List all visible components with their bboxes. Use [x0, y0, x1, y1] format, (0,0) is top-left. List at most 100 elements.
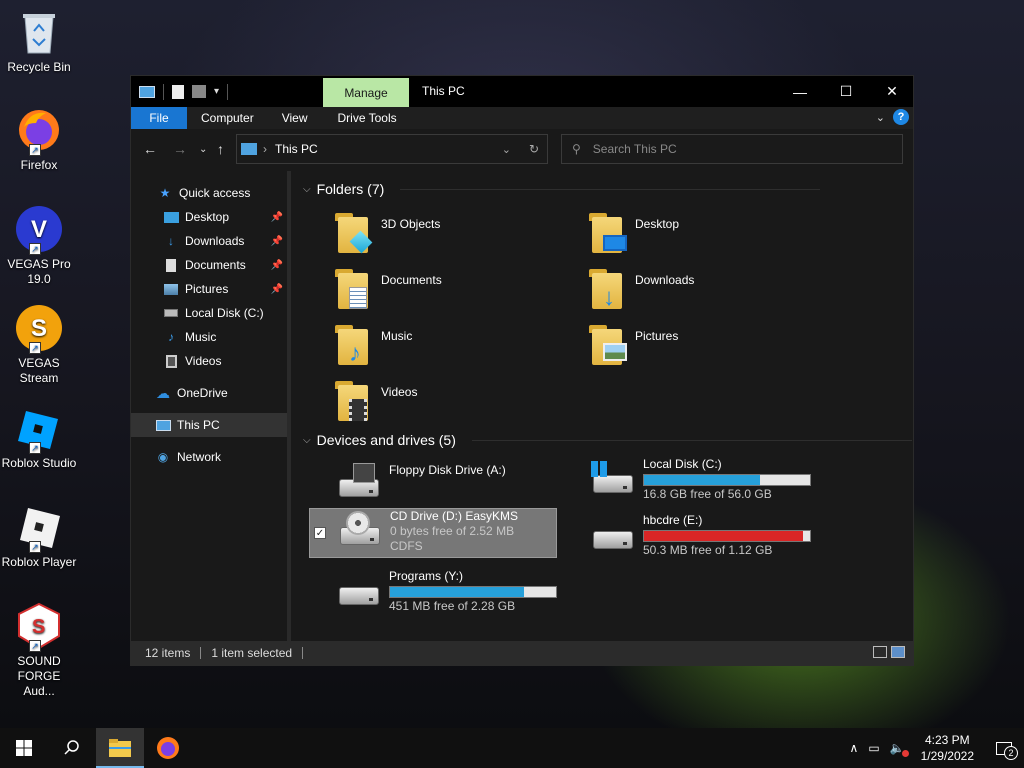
film-icon	[163, 354, 179, 368]
roblox-studio-icon: ↗	[15, 404, 63, 454]
nav-this-pc[interactable]: This PC	[131, 413, 287, 437]
folders-group-header[interactable]: ⌵ Folders (7)	[303, 181, 821, 197]
file-tab[interactable]: File	[131, 107, 187, 129]
pin-icon: 📌	[270, 235, 283, 247]
show-hidden-icons-icon[interactable]: ∧	[844, 741, 865, 755]
maximize-button[interactable]: ☐	[823, 76, 869, 107]
nav-network[interactable]: ◉ Network	[131, 445, 287, 469]
drive-tools-tab[interactable]: Drive Tools	[321, 107, 410, 129]
collapse-chevron-icon: ⌵	[303, 183, 311, 195]
desktop-icon-recycle-bin[interactable]: Recycle Bin	[0, 8, 78, 75]
music-folder-icon: ♪	[335, 323, 375, 367]
start-button[interactable]	[0, 728, 48, 768]
drive-free-space: 50.3 MB free of 1.12 GB	[643, 543, 773, 557]
address-bar[interactable]: › This PC ⌄ ↻	[236, 134, 548, 164]
cloud-icon: ☁	[156, 384, 170, 401]
desktop-icon	[163, 210, 179, 224]
drive-usage-bar	[643, 530, 811, 542]
roblox-player-icon: ↗	[15, 503, 63, 553]
vegas-pro-icon: V ↗	[15, 205, 63, 255]
nav-videos[interactable]: Videos	[131, 349, 287, 373]
volume-muted-icon[interactable]: 🔈	[884, 741, 911, 757]
search-input[interactable]: ⚲ Search This PC	[561, 134, 903, 164]
up-arrow-icon[interactable]: ↑	[217, 141, 224, 157]
back-arrow-icon[interactable]: ←	[143, 141, 157, 157]
nav-label: Pictures	[185, 282, 229, 296]
help-icon[interactable]: ?	[893, 109, 909, 125]
desktop-icon-roblox-player[interactable]: ↗ Roblox Player	[0, 503, 78, 570]
folder-3d-objects[interactable]: 3D Objects	[335, 211, 575, 263]
separator	[302, 647, 304, 659]
system-tray: ∧ ▭ 🔈 4:23 PM 1/29/2022 2	[844, 728, 1024, 768]
view-tab[interactable]: View	[268, 107, 322, 129]
desktop-icon-vegas-pro[interactable]: V ↗ VEGAS Pro 19.0	[0, 205, 78, 287]
navigation-bar: ← → ⌄ ↑ › This PC ⌄ ↻ ⚲ Search This PC	[131, 129, 913, 171]
nav-local-disk[interactable]: Local Disk (C:)	[131, 301, 287, 325]
drive-local-c[interactable]: Local Disk (C:) 16.8 GB free of 56.0 GB	[589, 457, 837, 507]
drive-file-system: CDFS	[390, 539, 423, 553]
drive-name: hbcdre (E:)	[643, 513, 703, 527]
folder-name: 3D Objects	[381, 217, 441, 231]
nav-label: Videos	[185, 354, 222, 368]
minimize-button[interactable]: —	[777, 76, 823, 107]
computer-tab[interactable]: Computer	[187, 107, 268, 129]
clock[interactable]: 4:23 PM 1/29/2022	[911, 732, 984, 764]
nav-music[interactable]: ♪ Music	[131, 325, 287, 349]
windows-logo-icon	[16, 740, 32, 756]
folder-desktop[interactable]: Desktop	[589, 211, 829, 263]
nav-documents[interactable]: Documents 📌	[131, 253, 287, 277]
drive-name: Local Disk (C:)	[643, 457, 722, 471]
address-dropdown-icon[interactable]: ⌄	[502, 143, 511, 156]
separator	[227, 83, 229, 100]
desktop-icon-firefox[interactable]: ↗ Firefox	[0, 106, 78, 173]
large-icons-view-icon[interactable]	[891, 646, 905, 658]
nav-quick-access[interactable]: ★ Quick access	[131, 181, 287, 205]
search-button[interactable]	[48, 728, 96, 768]
folder-downloads[interactable]: ↓ Downloads	[589, 267, 829, 319]
3d-objects-folder-icon	[335, 211, 375, 255]
taskbar-file-explorer[interactable]	[96, 728, 144, 768]
drive-programs-y[interactable]: Programs (Y:) 451 MB free of 2.28 GB	[335, 569, 583, 619]
drive-free-space: 451 MB free of 2.28 GB	[389, 599, 516, 613]
breadcrumb-chevron-icon: ›	[263, 142, 267, 156]
refresh-icon[interactable]: ↻	[529, 142, 539, 156]
close-button[interactable]: ✕	[869, 76, 915, 107]
drive-cd-d[interactable]: ✓ CD Drive (D:) EasyKMS 0 bytes free of …	[309, 508, 557, 558]
action-center-icon[interactable]: 2	[984, 728, 1024, 768]
customize-qat-icon[interactable]: ▾	[214, 86, 219, 97]
separator	[200, 647, 202, 659]
details-view-icon[interactable]	[873, 646, 887, 658]
selection-checkbox[interactable]: ✓	[314, 527, 326, 539]
separator	[163, 83, 164, 100]
desktop-icon-label: SOUND FORGE Aud...	[17, 654, 61, 698]
taskbar-firefox[interactable]	[144, 728, 192, 768]
drive-hbcdre-e[interactable]: hbcdre (E:) 50.3 MB free of 1.12 GB	[589, 513, 837, 563]
network-icon[interactable]: ▭	[864, 741, 883, 755]
folder-music[interactable]: ♪ Music	[335, 323, 575, 375]
desktop-icon-vegas-stream[interactable]: S ↗ VEGAS Stream	[0, 304, 78, 386]
nav-desktop[interactable]: Desktop 📌	[131, 205, 287, 229]
new-folder-icon[interactable]	[192, 85, 206, 98]
collapse-chevron-icon: ⌵	[303, 434, 311, 446]
devices-group-header[interactable]: ⌵ Devices and drives (5)	[303, 432, 912, 448]
nav-pictures[interactable]: Pictures 📌	[131, 277, 287, 301]
desktop-icon-label: Roblox Player	[1, 555, 77, 569]
pin-icon: 📌	[270, 283, 283, 295]
properties-icon[interactable]	[172, 84, 184, 99]
sound-forge-icon: S ↗	[15, 602, 63, 652]
nav-downloads[interactable]: ↓ Downloads 📌	[131, 229, 287, 253]
folder-videos[interactable]: Videos	[335, 379, 575, 431]
drive-floppy[interactable]: Floppy Disk Drive (A:)	[335, 461, 583, 511]
forward-arrow-icon[interactable]: →	[173, 141, 187, 157]
shortcut-arrow-icon: ↗	[29, 243, 41, 255]
desktop-icon-sound-forge[interactable]: S ↗ SOUND FORGE Aud...	[0, 602, 78, 699]
manage-tab[interactable]: Manage	[323, 78, 409, 107]
folder-pictures[interactable]: Pictures	[589, 323, 829, 375]
folder-name: Videos	[381, 385, 418, 399]
separator	[400, 188, 821, 190]
expand-ribbon-icon[interactable]: ⌄	[876, 111, 885, 124]
nav-onedrive[interactable]: ☁ OneDrive	[131, 381, 287, 405]
folder-documents[interactable]: Documents	[335, 267, 575, 319]
recent-locations-icon[interactable]: ⌄	[199, 144, 207, 155]
desktop-icon-roblox-studio[interactable]: ↗ Roblox Studio	[0, 404, 78, 471]
